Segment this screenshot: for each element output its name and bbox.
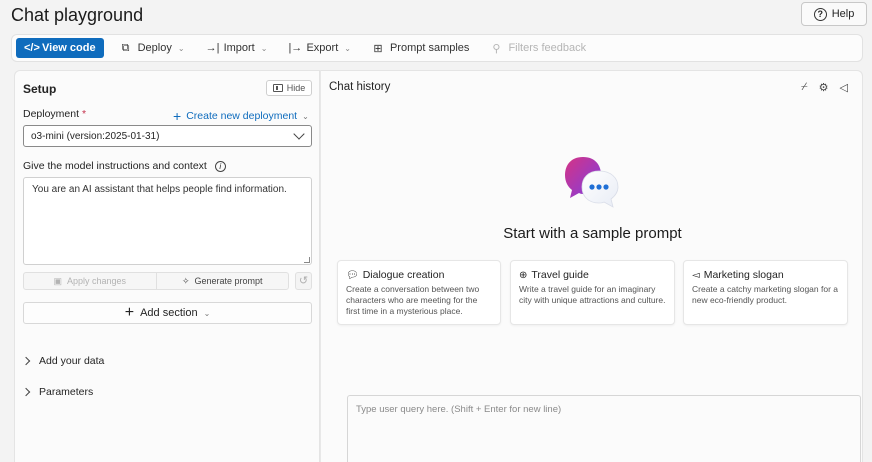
parameters-toggle[interactable]: Parameters	[21, 386, 94, 398]
card-title: 💬︎ Dialogue creation	[346, 269, 492, 281]
card-description: Create a catchy marketing slogan for a n…	[692, 284, 838, 305]
chevron-down-icon: ⌄	[302, 111, 309, 121]
deploy-label: Deploy	[137, 42, 172, 54]
question-icon: ?	[813, 7, 827, 21]
chevron-down-icon: ⌄	[203, 308, 211, 318]
card-title: ⊕ Travel guide	[519, 269, 666, 281]
grid-icon: ⊞	[373, 42, 383, 55]
resize-handle[interactable]	[304, 257, 310, 263]
toolbar: </> View code ⧉ Deploy ⌄ →| Import ⌄ |→ …	[11, 34, 863, 62]
deploy-button[interactable]: ⧉ Deploy ⌄	[111, 38, 194, 58]
add-section-button[interactable]: + Add section ⌄	[23, 302, 312, 324]
deployment-label-text: Deployment	[23, 108, 80, 120]
plus-icon: +	[124, 304, 135, 321]
chat-toolbar: ⌿ ⚙ ◁	[801, 81, 848, 94]
chat-panel: Chat history ⌿ ⚙ ◁ Start with a sample p…	[320, 70, 863, 462]
generate-prompt-button[interactable]: ✧ Generate prompt	[155, 273, 289, 289]
sample-card-marketing[interactable]: ◅ Marketing slogan Create a catchy marke…	[683, 260, 848, 325]
save-icon: ▣	[53, 275, 62, 286]
generate-prompt-label: Generate prompt	[194, 276, 263, 286]
help-label: Help	[831, 8, 855, 20]
setup-title: Setup	[23, 82, 57, 96]
card-title: ◅ Marketing slogan	[692, 269, 839, 281]
hide-button[interactable]: Hide	[266, 80, 312, 96]
instructions-label-text: Give the model instructions and context	[23, 160, 207, 172]
card-description: Create a conversation between two charac…	[346, 284, 480, 316]
create-deployment-button[interactable]: + Create new deployment ⌄	[173, 108, 309, 124]
reset-button[interactable]: ↺	[295, 272, 312, 290]
import-icon: →|	[205, 42, 220, 54]
chat-bubble-icon: 💬︎	[346, 269, 359, 281]
chevron-down-icon: ⌄	[177, 43, 185, 53]
chevron-down-icon: ⌄	[260, 43, 268, 53]
globe-icon: ⊕	[519, 269, 528, 281]
add-section-label: Add section	[140, 307, 198, 319]
create-deployment-label: Create new deployment	[186, 110, 298, 122]
view-code-label: View code	[42, 42, 96, 54]
panel-icon	[272, 84, 283, 92]
import-label: Import	[223, 42, 255, 54]
apply-changes-button[interactable]: ▣ Apply changes	[24, 273, 156, 289]
user-query-input[interactable]: Type user query here. (Shift + Enter for…	[347, 395, 861, 462]
view-code-button[interactable]: </> View code	[16, 38, 104, 58]
instructions-label: Give the model instructions and context …	[23, 160, 226, 172]
broom-icon[interactable]: ⌿	[801, 81, 808, 94]
filters-feedback-label: Filters feedback	[508, 42, 587, 54]
prompt-samples-label: Prompt samples	[389, 42, 470, 54]
sparkle-icon: ✧	[181, 275, 190, 286]
chat-history-title: Chat history	[329, 81, 391, 93]
help-button[interactable]: ? Help	[801, 2, 867, 26]
gear-icon[interactable]: ⚙	[819, 81, 829, 94]
sample-card-dialogue[interactable]: 💬︎ Dialogue creation Create a conversati…	[337, 260, 501, 325]
deployment-select[interactable]: o3-mini (version:2025-01-31)	[23, 125, 312, 147]
filters-feedback-button[interactable]: ⚲ Filters feedback	[481, 38, 595, 58]
chevron-down-icon	[293, 128, 305, 140]
setup-panel: Setup Hide Deployment * + Create new dep…	[14, 70, 320, 462]
required-mark: *	[81, 108, 87, 120]
info-icon[interactable]: i	[214, 160, 226, 172]
card-description: Write a travel guide for an imaginary ci…	[519, 284, 666, 305]
chevron-right-icon	[21, 356, 31, 366]
card-title-text: Travel guide	[531, 269, 589, 281]
chevron-right-icon	[21, 387, 31, 397]
chat-logo-icon	[565, 157, 619, 208]
card-title-text: Marketing slogan	[703, 269, 784, 281]
megaphone-icon: ◅	[692, 269, 700, 281]
reset-icon: ↺	[298, 275, 309, 287]
add-your-data-label: Add your data	[39, 355, 105, 367]
add-your-data-toggle[interactable]: Add your data	[21, 355, 105, 367]
card-title-text: Dialogue creation	[362, 269, 445, 281]
deployment-value: o3-mini (version:2025-01-31)	[31, 130, 160, 142]
hide-label: Hide	[286, 83, 306, 93]
speaker-icon[interactable]: ◁	[840, 81, 848, 94]
chevron-down-icon: ⌄	[344, 43, 351, 53]
plus-icon: +	[173, 108, 182, 124]
parameters-label: Parameters	[39, 386, 94, 398]
export-button[interactable]: |→ Export ⌄	[279, 38, 360, 58]
sample-card-travel[interactable]: ⊕ Travel guide Write a travel guide for …	[510, 260, 675, 325]
cube-icon: ⧉	[121, 41, 130, 54]
page-title: Chat playground	[11, 5, 144, 25]
prompt-samples-button[interactable]: ⊞ Prompt samples	[363, 38, 478, 58]
export-label: Export	[306, 42, 339, 54]
export-icon: |→	[288, 42, 303, 54]
import-button[interactable]: →| Import ⌄	[197, 38, 277, 58]
start-sample-heading: Start with a sample prompt	[503, 225, 682, 242]
apply-generate-bar: ▣ Apply changes ✧ Generate prompt	[23, 272, 289, 290]
deployment-label: Deployment *	[23, 108, 86, 120]
feather-icon: ⚲	[492, 42, 501, 55]
code-icon: </>	[24, 42, 40, 54]
apply-changes-label: Apply changes	[66, 276, 127, 286]
instructions-textarea[interactable]: You are an AI assistant that helps peopl…	[23, 177, 312, 265]
